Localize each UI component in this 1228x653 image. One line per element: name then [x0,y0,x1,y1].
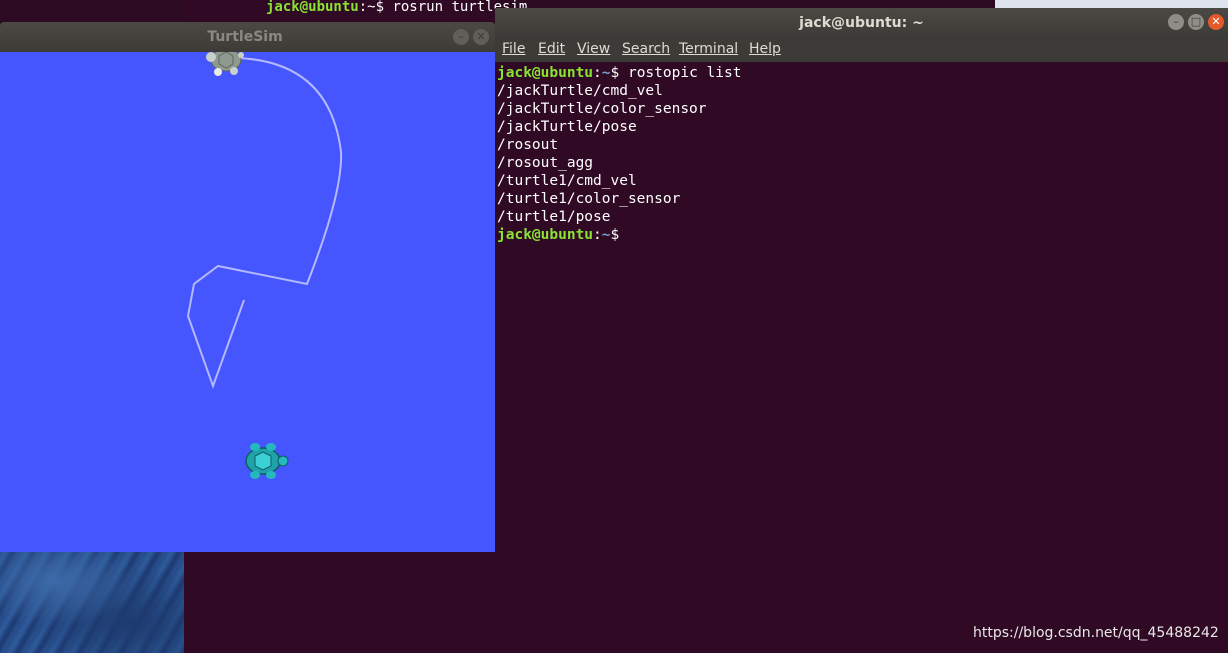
menu-search[interactable]: Search [622,41,670,57]
terminal-prompt-line: jack@ubuntu:~$ [497,227,628,243]
topic-line: /jackTurtle/cmd_vel [497,83,663,99]
topic-line: /jackTurtle/pose [497,119,637,135]
terminal-window[interactable]: jack@ubuntu: ~ – □ ✕ File Edit View Sear… [495,8,1228,653]
minimize-icon[interactable]: – [1168,14,1184,30]
minimize-icon[interactable]: – [453,29,469,45]
menu-view[interactable]: View [577,41,610,57]
turtle-icon [245,443,289,479]
close-icon[interactable]: ✕ [1208,14,1224,30]
terminal-command-line: jack@ubuntu:~$ rostopic list [497,65,742,81]
menu-edit[interactable]: Edit [538,41,565,57]
turtlesim-title: TurtleSim [207,29,283,45]
topic-line: /turtle1/color_sensor [497,191,681,207]
menu-file[interactable]: File [502,41,525,57]
topic-line: /rosout [497,137,559,153]
menu-terminal[interactable]: Terminal [679,41,738,57]
turtlesim-titlebar[interactable]: TurtleSim – ✕ [0,22,495,52]
turtle-path [186,57,343,389]
turtle-icon [206,48,244,76]
menu-help[interactable]: Help [749,41,781,57]
topic-line: /rosout_agg [497,155,594,171]
topic-line: /jackTurtle/color_sensor [497,101,707,117]
maximize-icon[interactable]: □ [1188,14,1204,30]
terminal-title: jack@ubuntu: ~ [799,15,924,31]
terminal-menubar: File Edit View Search Terminal Help [495,38,1228,62]
terminal-titlebar[interactable]: jack@ubuntu: ~ – □ ✕ [495,8,1228,38]
desktop-wallpaper [0,550,184,653]
topic-line: /turtle1/cmd_vel [497,173,637,189]
close-icon[interactable]: ✕ [473,29,489,45]
turtlesim-window[interactable]: TurtleSim – ✕ [0,22,495,552]
watermark: https://blog.csdn.net/qq_45488242 [973,625,1219,641]
turtlesim-canvas[interactable] [0,48,495,552]
background-terminal-line: jack@ubuntu:~$ rosrun turtlesim [266,0,528,15]
topic-line: /turtle1/pose [497,209,611,225]
turtle-drawing [186,48,343,479]
